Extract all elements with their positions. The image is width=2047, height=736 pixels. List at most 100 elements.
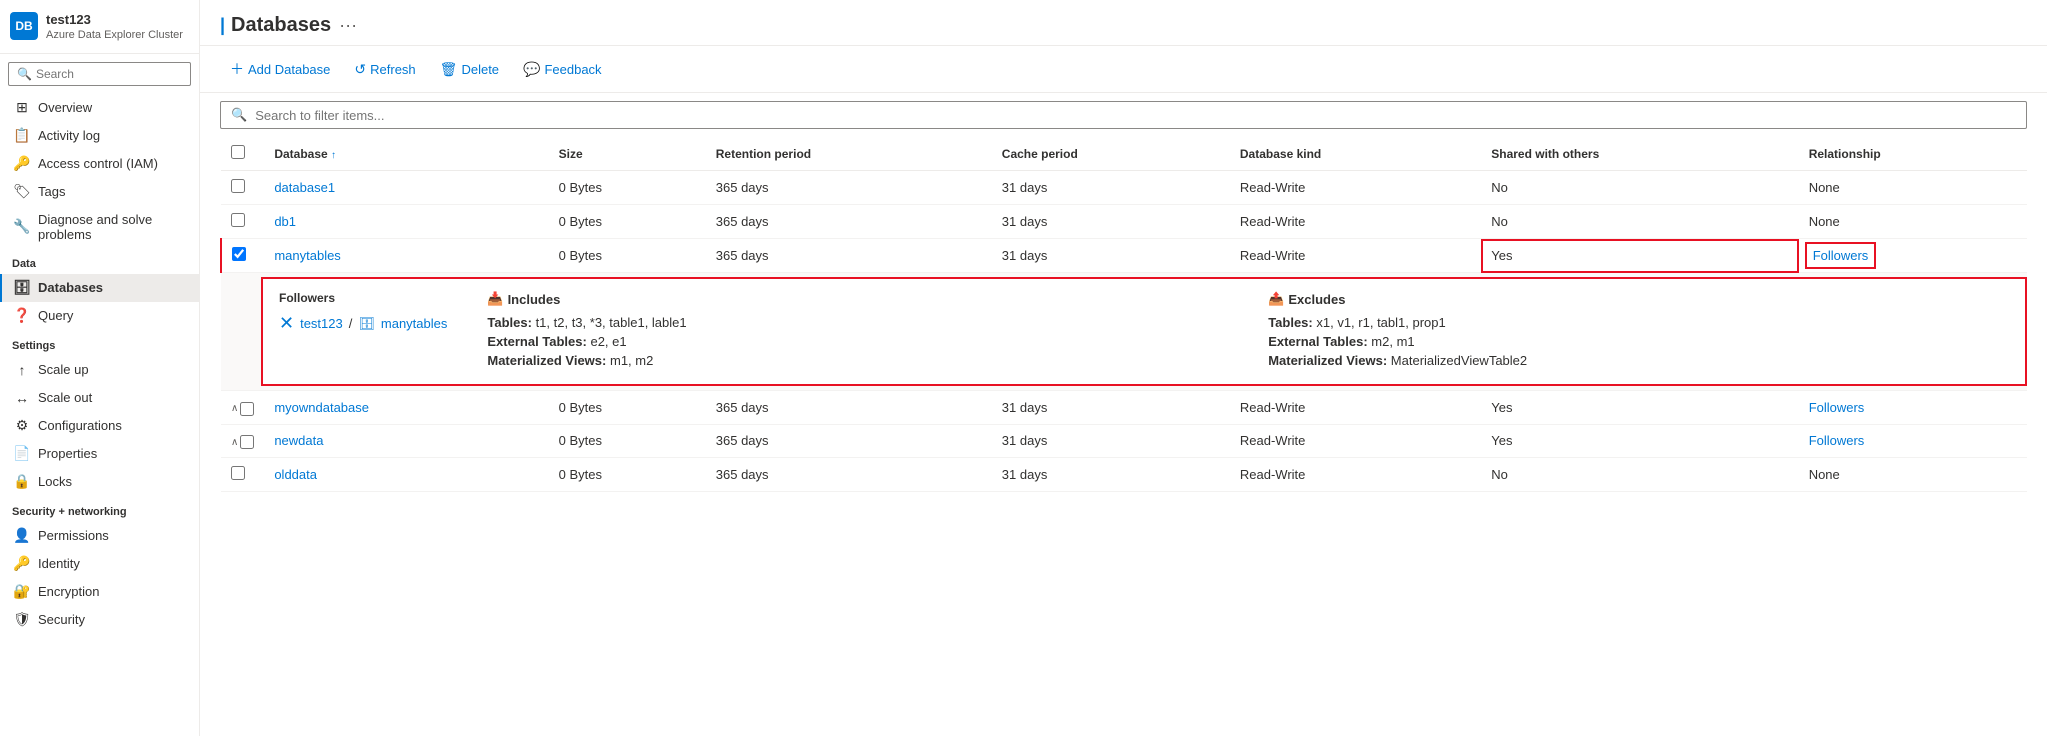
sidebar-item-overview[interactable]: ⊞ Overview [0,94,199,122]
includes-ext-tables-value: e2, e1 [590,334,626,349]
col-shared[interactable]: Shared with others [1481,137,1798,171]
col-database[interactable]: Database ↑ [264,137,548,171]
detail-expanded-row: Followers ✕ test123 / 🗄 manytables [221,273,2027,391]
row-checkbox[interactable] [232,247,246,261]
sidebar-item-databases[interactable]: 🗄 Databases [0,274,199,302]
db-name-link[interactable]: olddata [274,467,317,482]
refresh-button[interactable]: ↺ Refresh [344,56,425,83]
filter-search-input[interactable] [255,108,2016,123]
sidebar-item-identity[interactable]: 🔑 Identity [0,550,199,578]
toolbar: ＋ Add Database ↺ Refresh 🗑 Delete 💬 Feed… [200,46,2047,93]
sidebar-item-configurations[interactable]: ⚙ Configurations [0,412,199,440]
sidebar-search-container[interactable]: 🔍 [8,62,191,86]
expand-icon[interactable]: ∧ [231,403,238,414]
filter-search-icon: 🔍 [231,107,247,123]
encryption-icon: 🔐 [14,584,30,600]
relationship-followers-link[interactable]: Followers [1809,400,1865,415]
sidebar-item-label: Overview [38,100,92,115]
db-name-link[interactable]: newdata [274,433,323,448]
relationship-followers-link[interactable]: Followers [1809,433,1865,448]
sidebar-item-label: Diagnose and solve problems [38,212,187,242]
kind-cell: Read-Write [1230,171,1481,205]
identity-icon: 🔑 [14,556,30,572]
sidebar-item-scale-up[interactable]: ↑ Scale up [0,356,199,384]
col-size[interactable]: Size [549,137,706,171]
col-kind[interactable]: Database kind [1230,137,1481,171]
size-cell: 0 Bytes [549,458,706,492]
sidebar-item-access-control[interactable]: 🔑 Access control (IAM) [0,150,199,178]
sidebar-cluster-info: test123 Azure Data Explorer Cluster [46,12,183,41]
sidebar-item-scale-out[interactable]: ↔ Scale out [0,384,199,412]
col-relationship[interactable]: Relationship [1799,137,2027,171]
sidebar: DB test123 Azure Data Explorer Cluster 🔍… [0,0,200,736]
cache-cell: 31 days [992,205,1230,239]
sidebar-item-properties[interactable]: 📄 Properties [0,440,199,468]
shared-cell: No [1481,205,1798,239]
sidebar-item-query[interactable]: ❓ Query [0,302,199,330]
expand-icon[interactable]: ∧ [231,437,238,448]
retention-cell: 365 days [706,424,992,458]
col-cache[interactable]: Cache period [992,137,1230,171]
row-checkbox[interactable] [231,179,245,193]
includes-icon: 📥 [487,291,503,307]
sidebar-item-tags[interactable]: 🏷 Tags [0,178,199,206]
relationship-cell: None [1799,171,2027,205]
refresh-icon: ↺ [354,61,366,78]
col-retention[interactable]: Retention period [706,137,992,171]
scale-out-icon: ↔ [14,390,30,406]
filter-search-container[interactable]: 🔍 [220,101,2027,129]
sidebar-item-diagnose[interactable]: 🔧 Diagnose and solve problems [0,206,199,248]
delete-button[interactable]: 🗑 Delete [430,56,509,83]
follower-cluster-name[interactable]: test123 [300,316,343,331]
sidebar-logo: DB [10,12,38,40]
select-all-checkbox[interactable] [231,145,245,159]
feedback-button[interactable]: 💬 Feedback [513,56,612,83]
sidebar-item-activity-log[interactable]: 📋 Activity log [0,122,199,150]
feedback-icon: 💬 [523,61,540,78]
includes-ext-tables: External Tables: e2, e1 [487,334,1228,349]
sidebar-item-label: Databases [38,280,103,295]
follower-db-link[interactable]: manytables [381,316,447,331]
sidebar-item-locks[interactable]: 🔒 Locks [0,468,199,496]
db-name-link[interactable]: manytables [274,248,340,263]
header-dots[interactable]: ··· [339,15,357,36]
search-input[interactable] [36,67,182,81]
db-name-link[interactable]: database1 [274,180,335,195]
table-header-row: Database ↑ Size Retention period Cache p… [221,137,2027,171]
sidebar-item-label: Properties [38,446,97,461]
configurations-icon: ⚙ [14,418,30,434]
table-row: ∧ newdata 0 Bytes 365 days 31 days Read-… [221,424,2027,458]
sidebar-item-encryption[interactable]: 🔐 Encryption [0,578,199,606]
sidebar-item-permissions[interactable]: 👤 Permissions [0,522,199,550]
row-checkbox[interactable] [231,466,245,480]
sidebar-item-label: Query [38,308,73,323]
relationship-cell: None [1799,458,2027,492]
cache-cell: 31 days [992,458,1230,492]
page-title: Databases [231,14,331,37]
activity-log-icon: 📋 [14,128,30,144]
size-cell: 0 Bytes [549,391,706,425]
db-name-link[interactable]: myowndatabase [274,400,369,415]
sidebar-item-label: Security [38,612,85,627]
retention-cell: 365 days [706,391,992,425]
excludes-icon: 📤 [1268,291,1284,307]
size-cell: 0 Bytes [549,424,706,458]
relationship-followers-link[interactable]: Followers [1809,246,1873,265]
sidebar-item-security[interactable]: 🛡 Security [0,606,199,634]
shared-cell: Yes [1481,391,1798,425]
relationship-cell: Followers [1799,391,2027,425]
db-name-link[interactable]: db1 [274,214,296,229]
cache-cell: 31 days [992,239,1230,273]
row-checkbox[interactable] [240,402,254,416]
row-checkbox[interactable] [231,213,245,227]
kind-cell: Read-Write [1230,458,1481,492]
page-header: | Databases ··· [200,0,2047,46]
row-checkbox[interactable] [240,435,254,449]
add-database-button[interactable]: ＋ Add Database [220,54,340,84]
security-section-label: Security + networking [0,496,199,522]
excludes-ext-tables: External Tables: m2, m1 [1268,334,2009,349]
excludes-mat-views-value: MaterializedViewTable2 [1391,353,1527,368]
diagnose-icon: 🔧 [14,219,30,235]
delete-icon: 🗑 [440,61,458,78]
refresh-label: Refresh [370,62,416,77]
